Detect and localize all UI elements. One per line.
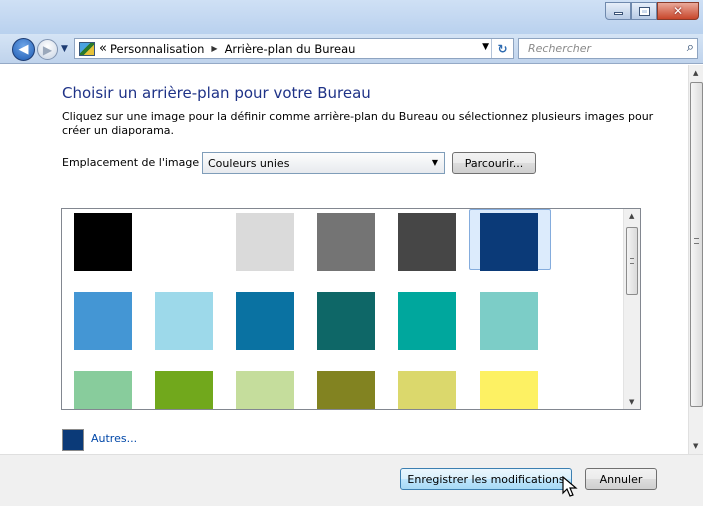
color-swatch[interactable] xyxy=(155,213,213,271)
color-swatch[interactable] xyxy=(317,292,375,350)
address-dropdown-icon[interactable]: ▼ xyxy=(482,42,489,52)
navigation-bar: ◀ ▶ ▼ « Personnalisation ▶ Arrière-plan … xyxy=(0,34,703,64)
background-gallery[interactable]: ▲ ▼ xyxy=(61,208,641,410)
scroll-up-icon[interactable]: ▲ xyxy=(693,69,698,77)
color-swatch[interactable] xyxy=(74,213,132,271)
color-swatch[interactable] xyxy=(74,371,132,409)
color-swatch[interactable] xyxy=(155,371,213,409)
color-swatch[interactable] xyxy=(155,292,213,350)
save-changes-button[interactable]: Enregistrer les modifications xyxy=(400,468,572,490)
color-swatch[interactable] xyxy=(317,213,375,271)
search-icon[interactable]: ⌕ xyxy=(687,40,694,55)
breadcrumb-arriere-plan[interactable]: Arrière-plan du Bureau xyxy=(225,42,356,56)
recent-pages-dropdown-icon[interactable]: ▼ xyxy=(61,44,68,54)
back-arrow-icon: ◀ xyxy=(18,42,29,57)
image-location-select[interactable]: Couleurs unies ▼ xyxy=(202,152,445,174)
control-panel-icon xyxy=(79,41,95,56)
search-placeholder: Rechercher xyxy=(528,42,592,55)
footer-bar: Enregistrer les modifications Annuler xyxy=(0,454,703,506)
refresh-icon[interactable]: ↻ xyxy=(491,39,513,58)
color-swatch[interactable] xyxy=(398,292,456,350)
chevron-down-icon: ▼ xyxy=(431,158,438,167)
maximize-button[interactable] xyxy=(631,2,657,20)
cancel-button[interactable]: Annuler xyxy=(585,468,657,490)
maximize-icon xyxy=(638,6,650,16)
back-button[interactable]: ◀ xyxy=(12,38,35,61)
page-scrollbar[interactable]: ▲ ▼ xyxy=(688,65,703,454)
color-swatch[interactable] xyxy=(480,371,538,409)
page-title: Choisir un arrière-plan pour votre Burea… xyxy=(62,84,371,102)
address-bar[interactable]: « Personnalisation ▶ Arrière-plan du Bur… xyxy=(74,38,514,59)
breadcrumb-personnalisation[interactable]: Personnalisation xyxy=(110,42,204,56)
breadcrumb-overflow[interactable]: « xyxy=(99,41,107,56)
scroll-up-icon[interactable]: ▲ xyxy=(629,212,634,220)
image-location-value: Couleurs unies xyxy=(208,157,290,170)
color-swatch[interactable] xyxy=(317,371,375,409)
browse-button[interactable]: Parcourir... xyxy=(452,152,536,174)
gallery-scrollbar[interactable]: ▲ ▼ xyxy=(623,209,640,409)
color-swatch[interactable] xyxy=(398,371,456,409)
image-location-label: Emplacement de l'image : xyxy=(62,156,207,169)
grip-icon xyxy=(694,238,699,244)
mouse-cursor-icon xyxy=(562,476,578,497)
color-swatch[interactable] xyxy=(398,213,456,271)
other-color-swatch[interactable] xyxy=(62,429,84,451)
color-swatch[interactable] xyxy=(480,292,538,350)
close-button[interactable]: ✕ xyxy=(657,2,699,20)
grip-icon xyxy=(630,258,634,264)
title-bar: ✕ xyxy=(0,0,703,34)
scroll-down-icon[interactable]: ▼ xyxy=(629,398,634,406)
minimize-button[interactable] xyxy=(605,2,631,20)
color-swatch[interactable] xyxy=(480,213,538,271)
search-input[interactable]: Rechercher ⌕ xyxy=(518,38,698,59)
breadcrumb-separator-icon[interactable]: ▶ xyxy=(211,44,217,53)
color-swatch[interactable] xyxy=(236,292,294,350)
minimize-icon xyxy=(613,12,623,15)
page-description: Cliquez sur une image pour la définir co… xyxy=(62,110,654,137)
close-icon: ✕ xyxy=(672,4,684,18)
color-swatch[interactable] xyxy=(236,213,294,271)
window-controls: ✕ xyxy=(605,2,699,20)
gallery-scroll-thumb[interactable] xyxy=(626,227,638,295)
other-colors-link[interactable]: Autres... xyxy=(91,432,137,445)
color-swatch[interactable] xyxy=(236,371,294,409)
page-scroll-thumb[interactable] xyxy=(690,82,703,407)
scroll-down-icon[interactable]: ▼ xyxy=(693,442,698,450)
color-swatch[interactable] xyxy=(74,292,132,350)
forward-button[interactable]: ▶ xyxy=(37,39,58,60)
main-content: Choisir un arrière-plan pour votre Burea… xyxy=(0,65,688,453)
forward-arrow-icon: ▶ xyxy=(42,42,53,57)
